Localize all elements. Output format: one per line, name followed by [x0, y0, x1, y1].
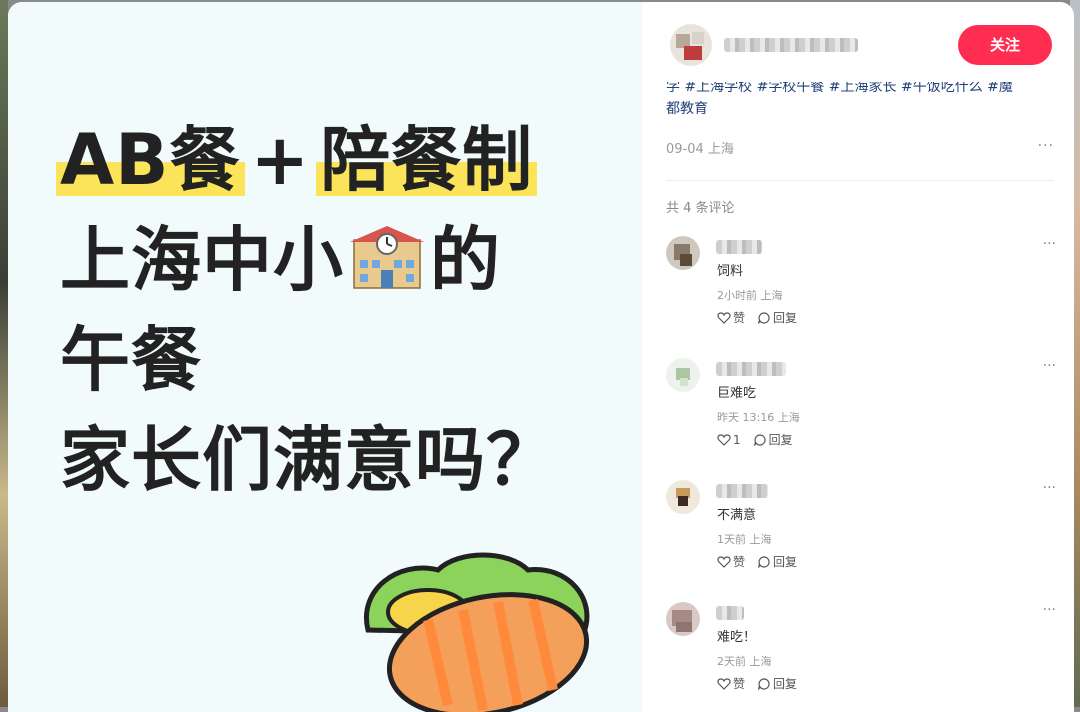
reply-bubble-icon	[757, 677, 770, 690]
comment-item: 饲料 2小时前 上海 赞 回复 ···	[666, 236, 1056, 346]
heart-icon	[717, 311, 731, 324]
post-date-location: 09-04 上海	[666, 142, 734, 157]
like-button[interactable]: 赞	[717, 675, 745, 692]
comment-item: 不满意 1天前 上海 赞 回复 ···	[666, 480, 1056, 590]
headline-line3: 午餐	[60, 319, 202, 401]
comment-username-blurred[interactable]	[716, 606, 744, 620]
reply-label: 回复	[773, 677, 798, 691]
reply-label: 回复	[768, 433, 793, 447]
comment-more-button[interactable]: ···	[1043, 480, 1056, 496]
author-avatar[interactable]	[670, 24, 712, 66]
comment-username-blurred[interactable]	[716, 362, 786, 376]
comment-more-button[interactable]: ···	[1043, 358, 1056, 374]
reply-bubble-icon	[757, 311, 770, 324]
headline-highlight-1: AB餐	[56, 110, 245, 210]
background-left	[0, 0, 8, 707]
comment-text: 饲料	[717, 264, 744, 279]
reply-button[interactable]: 回复	[757, 309, 797, 326]
comment-meta: 2小时前 上海	[717, 289, 783, 302]
comment-actions: 赞 回复	[717, 675, 797, 692]
salad-bowl-icon	[364, 552, 590, 712]
reply-bubble-icon	[757, 555, 770, 568]
post-sidebar: 关注 学 #上海学校 #学校午餐 #上海家长 #午饭吃什么 #魔 都教育 09-…	[642, 2, 1074, 712]
author-name-blurred[interactable]	[724, 38, 858, 52]
heart-icon	[717, 677, 731, 690]
comment-avatar[interactable]	[666, 236, 700, 270]
post-tags: 学 #上海学校 #学校午餐 #上海家长 #午饭吃什么 #魔 都教育	[666, 82, 1062, 126]
reply-bubble-icon	[753, 433, 766, 446]
comment-actions: 1 回复	[717, 431, 793, 448]
reply-label: 回复	[773, 555, 798, 569]
like-label: 赞	[733, 555, 746, 569]
like-count: 1	[733, 432, 741, 447]
comment-avatar[interactable]	[666, 602, 700, 636]
post-more-button[interactable]: ···	[1038, 138, 1054, 154]
note-detail-modal: AB餐 + 陪餐制 上海中小 的 午餐 家长们满意吗？ 关注 学 #上海学校 #…	[8, 2, 1074, 712]
tags-line[interactable]: 学 #上海学校 #学校午餐 #上海家长 #午饭吃什么 #魔	[666, 82, 1062, 98]
post-meta: 09-04 上海 ···	[666, 138, 1054, 157]
comment-meta: 2天前 上海	[717, 655, 772, 668]
like-button[interactable]: 1	[717, 433, 741, 447]
school-icon	[350, 226, 424, 289]
headline-line2: 上海中小	[60, 219, 344, 301]
reply-button[interactable]: 回复	[757, 553, 797, 570]
comment-actions: 赞 回复	[717, 553, 797, 570]
like-button[interactable]: 赞	[717, 309, 745, 326]
headline-line2-end: 的	[430, 219, 501, 301]
comment-text: 不满意	[717, 508, 757, 523]
comment-avatar[interactable]	[666, 358, 700, 392]
comment-meta: 昨天 13:16 上海	[717, 411, 800, 424]
comment-more-button[interactable]: ···	[1043, 236, 1056, 252]
comment-count: 共 4 条评论	[666, 201, 735, 216]
heart-icon	[717, 433, 731, 446]
reply-label: 回复	[773, 311, 798, 325]
comment-meta: 1天前 上海	[717, 533, 772, 546]
comment-avatar[interactable]	[666, 480, 700, 514]
headline-plus: +	[250, 119, 311, 201]
headline-highlight-2: 陪餐制	[316, 110, 538, 210]
divider	[666, 180, 1054, 181]
image-headline: AB餐 + 陪餐制 上海中小 的 午餐 家长们满意吗？	[56, 110, 620, 510]
headline-line4: 家长们满意吗？	[60, 419, 557, 501]
like-label: 赞	[733, 311, 746, 325]
comment-text: 巨难吃	[717, 386, 757, 401]
tag-modu-edu[interactable]: 都教育	[666, 101, 708, 117]
reply-button[interactable]: 回复	[753, 431, 793, 448]
comment-item: 难吃！ 2天前 上海 赞 回复 ···	[666, 602, 1056, 712]
comment-username-blurred[interactable]	[716, 240, 762, 254]
comment-item: 巨难吃 昨天 13:16 上海 1 回复 ···	[666, 358, 1056, 468]
follow-button[interactable]: 关注	[958, 25, 1052, 65]
comment-actions: 赞 回复	[717, 309, 797, 326]
author-bar: 关注	[642, 2, 1074, 84]
comment-text: 难吃！	[717, 630, 757, 645]
like-button[interactable]: 赞	[717, 553, 745, 570]
heart-icon	[717, 555, 731, 568]
like-label: 赞	[733, 677, 746, 691]
comment-username-blurred[interactable]	[716, 484, 768, 498]
reply-button[interactable]: 回复	[757, 675, 797, 692]
post-image[interactable]: AB餐 + 陪餐制 上海中小 的 午餐 家长们满意吗？	[8, 2, 642, 712]
comment-more-button[interactable]: ···	[1043, 602, 1056, 618]
